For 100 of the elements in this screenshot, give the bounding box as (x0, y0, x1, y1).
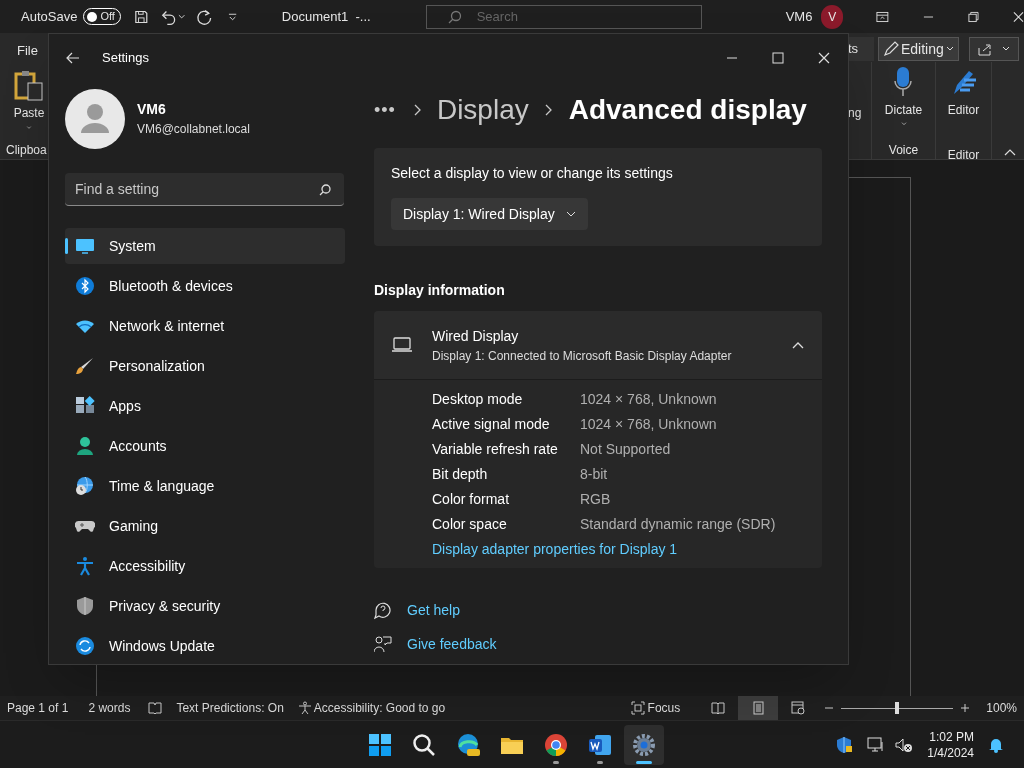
user-name: VM6 (785, 7, 813, 26)
collapse-ribbon-icon[interactable] (1004, 148, 1016, 156)
card-text: Select a display to view or change its settings (391, 164, 674, 183)
sidebar-item[interactable]: Windows Update (65, 628, 345, 664)
adapter-properties-link[interactable]: Display adapter properties for Display 1 (432, 539, 822, 560)
slider-thumb[interactable] (895, 702, 900, 714)
search-field[interactable]: Find a setting (65, 173, 344, 206)
save-icon[interactable] (133, 8, 149, 25)
search-field[interactable]: Search (425, 4, 702, 29)
breadcrumb-link[interactable]: Display (436, 89, 529, 131)
info-value: 1024 × 768, Unknown (580, 415, 717, 434)
editor-button[interactable]: Editor (947, 66, 980, 119)
info-label: Variable refresh rate (432, 440, 559, 459)
sidebar-item[interactable]: Accessibility (65, 548, 345, 584)
document-app-icon (587, 732, 613, 758)
redo-icon[interactable] (196, 7, 213, 26)
file-tab[interactable]: File (17, 41, 38, 61)
help-link[interactable]: Give feedback (407, 634, 497, 655)
sidebar-item[interactable]: Time & language (65, 468, 345, 504)
browser-icon (455, 732, 481, 758)
display-dropdown[interactable]: Display 1: Wired Display (391, 198, 588, 230)
read-mode-icon (711, 701, 726, 715)
user-avatar[interactable]: V (821, 4, 844, 29)
help-link[interactable]: Get help (407, 600, 460, 621)
sidebar-item[interactable]: System (65, 228, 345, 264)
section-heading: Display information (374, 281, 506, 300)
caret-icon (945, 46, 954, 52)
accessibility-status[interactable]: Accessibility: Good to go (297, 699, 446, 717)
notification-bell-icon[interactable] (988, 736, 1004, 753)
back-arrow-icon[interactable] (66, 52, 80, 64)
paste-button[interactable]: Paste (10, 68, 48, 122)
info-value: RGB (580, 490, 611, 509)
maximize-icon[interactable] (772, 52, 784, 64)
taskbar-app[interactable] (624, 725, 664, 765)
editor-group-label: Editor (947, 147, 980, 164)
document-title: Document1 -... (281, 7, 371, 26)
caret-icon[interactable] (25, 125, 33, 129)
sidebar-item[interactable]: Network & internet (65, 308, 345, 344)
clock[interactable]: 1:02 PM 1/4/2024 (927, 728, 974, 761)
display-expander[interactable]: Wired Display Display 1: Connected to Microsoft Basic Display Adapter (374, 311, 822, 379)
close-icon[interactable] (1013, 10, 1024, 23)
info-label: Bit depth (432, 465, 489, 484)
web-layout-icon (791, 701, 806, 715)
window-title: Settings (102, 49, 149, 68)
focus-button[interactable]: Focus (630, 699, 681, 717)
zoom-slider[interactable] (841, 702, 954, 714)
sidebar-item[interactable]: Accounts (65, 428, 345, 464)
sidebar-item[interactable]: Personalization (65, 348, 345, 384)
more-button[interactable]: ••• (374, 96, 396, 124)
dictate-button[interactable]: Dictate (884, 66, 923, 119)
caret-icon (566, 211, 576, 217)
editing-button[interactable]: Editing (878, 37, 959, 61)
globe-clock-icon (75, 476, 95, 496)
voice-group-label: Voice (888, 142, 919, 159)
page-title: Advanced display (568, 93, 807, 127)
customize-icon[interactable] (227, 11, 237, 22)
caret-icon[interactable] (177, 13, 186, 20)
book-check-icon[interactable] (148, 702, 163, 714)
focus-icon (630, 701, 645, 715)
sidebar-item[interactable]: Privacy & security (65, 588, 345, 624)
ribbon-tab[interactable]: ts (848, 37, 874, 61)
sidebar-item[interactable]: Bluetooth & devices (65, 268, 345, 304)
info-value: Not Supported (580, 440, 671, 459)
info-label: Desktop mode (432, 390, 524, 409)
ribbon-display-icon[interactable] (876, 10, 890, 23)
zoom-in-icon[interactable] (960, 703, 971, 713)
info-value: 1024 × 768, Unknown (580, 390, 717, 409)
text-predictions-status[interactable]: Text Predictions: On (176, 699, 284, 717)
info-value: 8-bit (580, 465, 608, 484)
info-label: Active signal mode (432, 415, 551, 434)
page-count: Page 1 of 1 (7, 700, 69, 717)
user-name: VM6 (137, 100, 167, 119)
sidebar-item[interactable]: Apps (65, 388, 345, 424)
feedback-icon (374, 635, 392, 654)
sidebar-item[interactable]: Gaming (65, 508, 345, 544)
clipboard-icon (14, 68, 44, 101)
laptop-icon (392, 337, 412, 353)
muted-speaker-icon[interactable] (895, 736, 914, 753)
caret-icon[interactable] (899, 122, 908, 126)
accessibility-icon (75, 556, 95, 576)
chevron-up-icon (792, 341, 804, 349)
undo-icon[interactable] (160, 8, 177, 25)
user-email: VM6@collabnet.local (137, 121, 250, 138)
info-label: Color space (432, 515, 508, 534)
restore-icon[interactable] (968, 10, 979, 23)
clipboard-group-label: Clipboa (6, 142, 47, 159)
view-button[interactable] (738, 696, 779, 720)
zoom-level[interactable]: 100% (986, 699, 1017, 717)
network-icon[interactable] (867, 736, 886, 753)
shield-icon[interactable] (835, 735, 854, 754)
close-icon[interactable] (818, 52, 830, 64)
help-icon (374, 601, 392, 620)
share-button[interactable] (968, 37, 1019, 61)
info-label: Color format (432, 490, 511, 509)
shield-icon (75, 596, 95, 616)
bluetooth-icon (75, 276, 95, 296)
autosave-label: AutoSave (21, 7, 78, 26)
monitor-icon (75, 236, 95, 256)
apps-icon (75, 396, 95, 416)
chevron-icon (413, 104, 422, 116)
